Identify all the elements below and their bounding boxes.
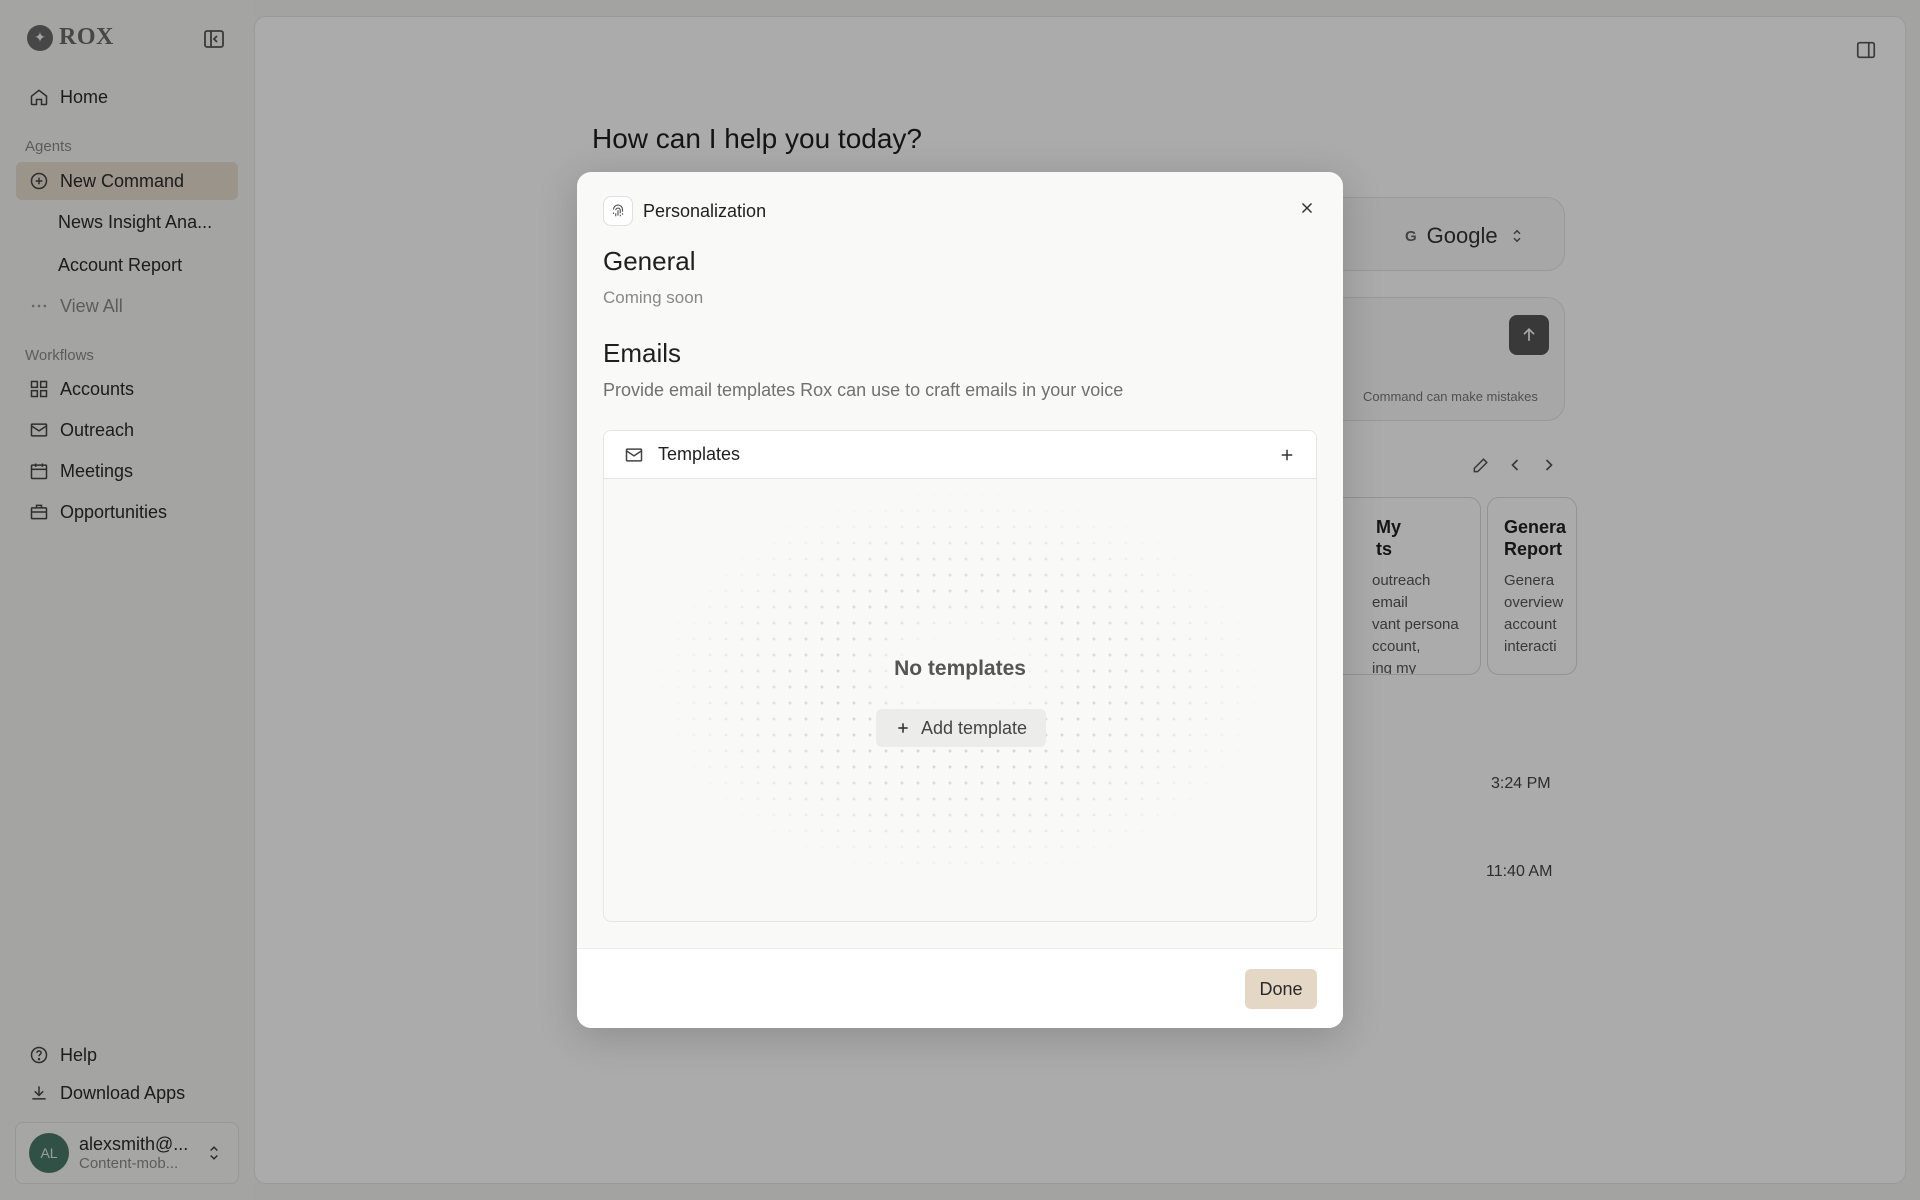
emails-description: Provide email templates Rox can use to c…: [603, 380, 1124, 400]
dialog-footer: Done: [577, 948, 1343, 1028]
empty-state-title: No templates: [894, 657, 1026, 680]
add-template-button[interactable]: Add template: [876, 709, 1046, 747]
personalization-dialog: Personalization General Coming soon Emai…: [577, 172, 1343, 1028]
emails-heading: Emails: [603, 338, 682, 368]
done-button[interactable]: Done: [1245, 969, 1317, 1009]
add-template-icon[interactable]: [1276, 444, 1298, 466]
templates-header: Templates: [604, 431, 1316, 479]
general-heading: General: [603, 246, 696, 276]
close-icon[interactable]: [1295, 196, 1319, 220]
dialog-title: Personalization: [643, 200, 767, 221]
templates-panel: Templates No templates Add template: [603, 430, 1317, 922]
mail-icon: [625, 447, 643, 462]
templates-label: Templates: [658, 444, 741, 464]
add-template-label: Add template: [920, 717, 1028, 738]
general-subtitle: Coming soon: [603, 288, 704, 307]
fingerprint-icon: [603, 196, 633, 226]
plus-icon: [898, 723, 908, 733]
